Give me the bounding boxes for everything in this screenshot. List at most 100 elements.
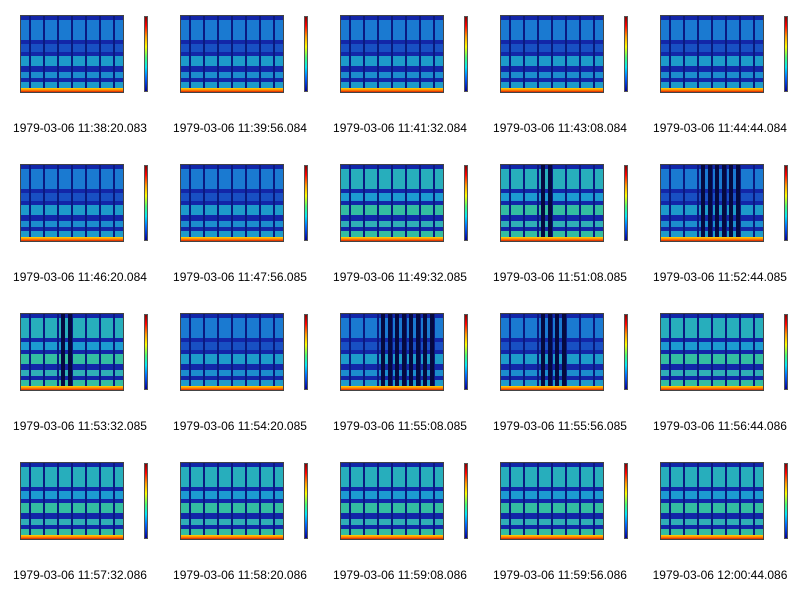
- dark-column: [423, 314, 427, 390]
- gallery-item[interactable]: 1979-03-06 11:58:20.086: [160, 447, 320, 596]
- low-frequency-band: [501, 88, 603, 92]
- dark-column: [548, 165, 552, 241]
- spectrogram-thumbnail[interactable]: [486, 308, 636, 414]
- spectrogram-thumbnail[interactable]: [646, 10, 796, 116]
- time-gap: [217, 16, 219, 92]
- spectrogram-thumbnail[interactable]: [326, 457, 476, 563]
- gallery-item[interactable]: 1979-03-06 11:52:44.085: [640, 149, 800, 298]
- colorbar: [624, 463, 628, 539]
- spectrogram-thumbnail[interactable]: [6, 10, 156, 116]
- spectrogram-thumbnail[interactable]: [326, 10, 476, 116]
- time-gap: [231, 314, 233, 390]
- gallery-item[interactable]: 1979-03-06 11:55:08.085: [320, 298, 480, 447]
- colorbar: [784, 463, 788, 539]
- spectrogram-thumbnail[interactable]: [486, 457, 636, 563]
- spectrogram-thumbnail[interactable]: [646, 159, 796, 265]
- low-frequency-band: [661, 535, 763, 539]
- time-gap: [85, 314, 87, 390]
- spectrogram-thumbnail[interactable]: [486, 159, 636, 265]
- time-gap: [509, 165, 511, 241]
- gallery-item[interactable]: 1979-03-06 11:53:32.085: [0, 298, 160, 447]
- time-gap: [363, 16, 365, 92]
- spectrogram-plot: [180, 462, 284, 540]
- gallery-item[interactable]: 1979-03-06 11:38:20.083: [0, 0, 160, 149]
- time-gap: [245, 463, 247, 539]
- colorbar: [304, 463, 308, 539]
- thumbnail-grid: 1979-03-06 11:38:20.083 1979-03-06 11:39:…: [0, 0, 800, 596]
- low-frequency-band: [501, 237, 603, 241]
- time-gap: [57, 463, 59, 539]
- gallery-item[interactable]: 1979-03-06 11:56:44.086: [640, 298, 800, 447]
- dark-column: [402, 314, 406, 390]
- gallery-item[interactable]: 1979-03-06 12:00:44.086: [640, 447, 800, 596]
- gallery-item[interactable]: 1979-03-06 11:49:32.085: [320, 149, 480, 298]
- gallery-item[interactable]: 1979-03-06 11:47:56.085: [160, 149, 320, 298]
- spectrogram-plot: [660, 164, 764, 242]
- time-gap: [259, 463, 261, 539]
- spectrogram-thumbnail[interactable]: [6, 308, 156, 414]
- spectrogram-thumbnail[interactable]: [166, 159, 316, 265]
- gallery-item[interactable]: 1979-03-06 11:59:08.086: [320, 447, 480, 596]
- spectrogram-plot: [500, 313, 604, 391]
- time-gap: [273, 165, 275, 241]
- spectrogram-thumbnail[interactable]: [166, 457, 316, 563]
- gallery-item[interactable]: 1979-03-06 11:59:56.086: [480, 447, 640, 596]
- gallery-item[interactable]: 1979-03-06 11:54:20.085: [160, 298, 320, 447]
- time-gap: [245, 314, 247, 390]
- spectrogram-thumbnail[interactable]: [166, 10, 316, 116]
- time-gap: [231, 16, 233, 92]
- time-gap: [551, 463, 553, 539]
- spectrogram-plot: [180, 313, 284, 391]
- gallery-item[interactable]: 1979-03-06 11:57:32.086: [0, 447, 160, 596]
- low-frequency-band: [21, 88, 123, 92]
- image-caption: 1979-03-06 11:44:44.084: [653, 121, 787, 135]
- time-gap: [579, 314, 581, 390]
- spectrogram-plot: [20, 164, 124, 242]
- time-gap: [99, 165, 101, 241]
- spectrogram-plot: [180, 164, 284, 242]
- time-gap: [273, 314, 275, 390]
- spectrogram-thumbnail[interactable]: [486, 10, 636, 116]
- time-gap: [509, 16, 511, 92]
- image-caption: 1979-03-06 11:58:20.086: [173, 568, 307, 582]
- gallery-item[interactable]: 1979-03-06 11:43:08.084: [480, 0, 640, 149]
- image-caption: 1979-03-06 11:39:56.084: [173, 121, 307, 135]
- time-gap: [85, 16, 87, 92]
- image-caption: 1979-03-06 11:52:44.085: [653, 270, 787, 284]
- gallery-item[interactable]: 1979-03-06 11:41:32.084: [320, 0, 480, 149]
- spectrogram-plot: [660, 462, 764, 540]
- time-gap: [419, 463, 421, 539]
- time-gap: [29, 463, 31, 539]
- time-gap: [593, 165, 595, 241]
- time-gap: [203, 165, 205, 241]
- spectrogram-thumbnail[interactable]: [326, 159, 476, 265]
- gallery-item[interactable]: 1979-03-06 11:55:56.085: [480, 298, 640, 447]
- time-gap: [189, 16, 191, 92]
- time-gap: [377, 463, 379, 539]
- low-frequency-band: [181, 237, 283, 241]
- gallery-item[interactable]: 1979-03-06 11:44:44.084: [640, 0, 800, 149]
- gallery-item[interactable]: 1979-03-06 11:51:08.085: [480, 149, 640, 298]
- spectrogram-thumbnail[interactable]: [166, 308, 316, 414]
- low-frequency-band: [181, 535, 283, 539]
- gallery-item[interactable]: 1979-03-06 11:39:56.084: [160, 0, 320, 149]
- time-gap: [405, 463, 407, 539]
- spectrogram-thumbnail[interactable]: [6, 457, 156, 563]
- time-gap: [43, 165, 45, 241]
- time-gap: [113, 165, 115, 241]
- dark-column: [409, 314, 413, 390]
- spectrogram-plot: [340, 164, 444, 242]
- low-frequency-band: [501, 535, 603, 539]
- time-gap: [537, 463, 539, 539]
- time-gap: [217, 463, 219, 539]
- colorbar: [464, 314, 468, 390]
- low-frequency-band: [661, 237, 763, 241]
- gallery-item[interactable]: 1979-03-06 11:46:20.084: [0, 149, 160, 298]
- spectrogram-thumbnail[interactable]: [646, 457, 796, 563]
- time-gap: [189, 165, 191, 241]
- spectrogram-thumbnail[interactable]: [6, 159, 156, 265]
- low-frequency-band: [21, 535, 123, 539]
- spectrogram-thumbnail[interactable]: [326, 308, 476, 414]
- low-frequency-band: [341, 237, 443, 241]
- spectrogram-thumbnail[interactable]: [646, 308, 796, 414]
